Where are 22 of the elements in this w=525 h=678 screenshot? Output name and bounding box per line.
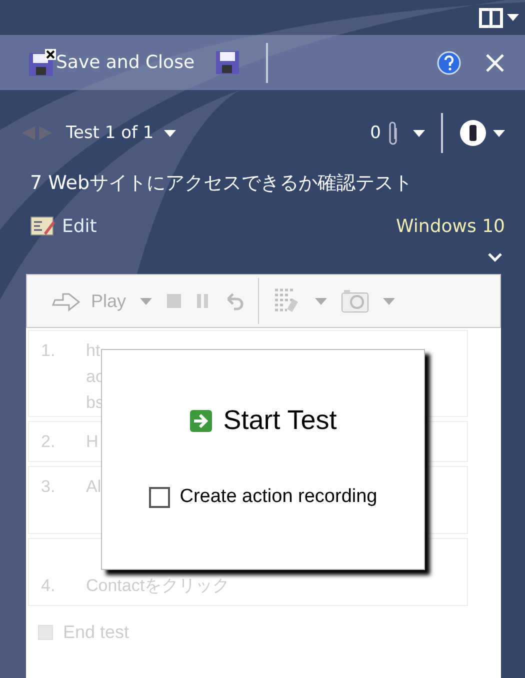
- caret-icon[interactable]: [413, 130, 425, 136]
- layout-icon[interactable]: [479, 8, 503, 28]
- test-counter[interactable]: Test 1 of 1: [66, 123, 154, 143]
- attachment-count: 0: [370, 123, 381, 143]
- save-icon[interactable]: [214, 50, 240, 75]
- info-icon[interactable]: [459, 119, 487, 147]
- caret-icon[interactable]: [507, 14, 519, 21]
- configuration-label: Windows 10: [396, 216, 505, 236]
- test-title: 7 Webサイトにアクセスできるか確認テスト: [30, 171, 414, 196]
- help-icon[interactable]: [437, 50, 461, 74]
- paperclip-icon[interactable]: [387, 120, 399, 146]
- close-icon[interactable]: [485, 52, 505, 72]
- caret-icon[interactable]: [493, 130, 505, 136]
- edit-link[interactable]: Edit: [30, 215, 97, 237]
- save-and-close-button[interactable]: Save and Close: [28, 48, 195, 76]
- edit-icon: [30, 215, 56, 237]
- dialog-title: Start Test: [223, 405, 337, 436]
- caret-icon[interactable]: [164, 130, 176, 136]
- chevron-icon[interactable]: [487, 252, 503, 262]
- save-close-icon: [28, 48, 56, 76]
- checkbox[interactable]: [148, 486, 170, 508]
- action-recording-option[interactable]: Create action recording: [148, 486, 378, 508]
